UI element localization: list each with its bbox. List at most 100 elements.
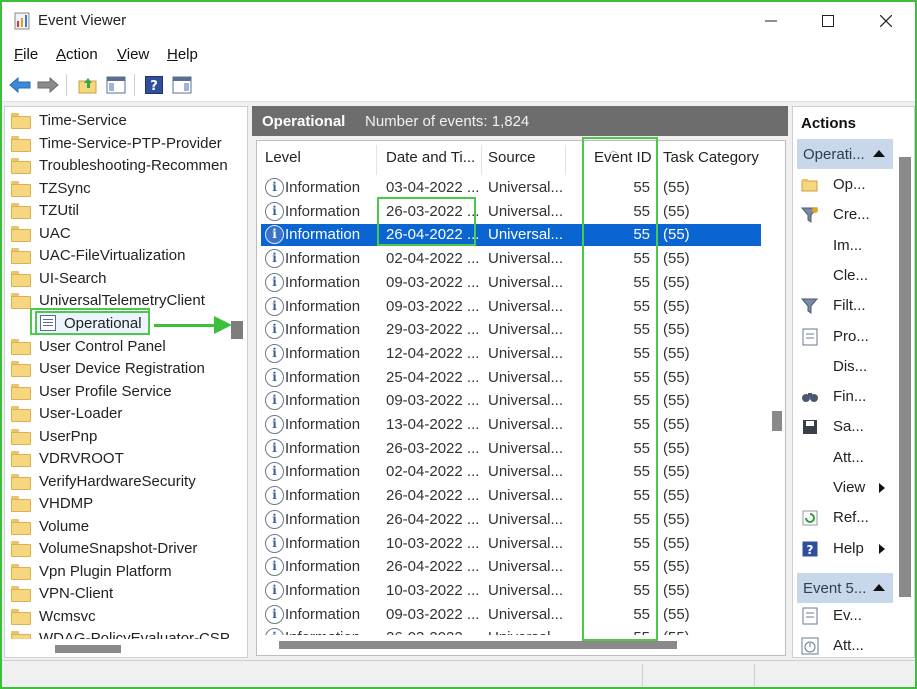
tree-item[interactable]: VDRVROOT (11, 447, 124, 469)
menu-action[interactable]: Action (56, 46, 98, 63)
table-row[interactable]: i Information 09-03-2022 ... Universal... 55… (261, 390, 761, 412)
action-item[interactable]: Att... (797, 443, 893, 473)
action-item[interactable]: Fin... (797, 382, 893, 412)
events-horizontal-scrollbar-thumb[interactable] (279, 641, 677, 649)
maximize-button[interactable] (799, 2, 857, 40)
tree-item-operational[interactable]: Operational (35, 311, 150, 335)
tree-item[interactable]: UAC-FileVirtualization (11, 244, 185, 266)
tree-item[interactable]: UAC (11, 222, 71, 244)
action-item[interactable]: Pro... (797, 322, 893, 352)
table-row[interactable]: i Information 03-04-2022 ... Universal... 55… (261, 177, 761, 199)
events-vertical-scrollbar[interactable] (769, 141, 785, 655)
cell-source: Universal... (488, 605, 564, 623)
table-row[interactable]: i Information 10-03-2022 ... Universal... 55… (261, 580, 761, 602)
tree-item[interactable]: UI-Search (11, 267, 107, 289)
tree-item[interactable]: UniversalTelemetryClient (11, 289, 205, 311)
menu-view[interactable]: View (117, 46, 149, 63)
action-item[interactable]: Dis... (797, 352, 893, 382)
tree-horizontal-scrollbar[interactable] (5, 639, 247, 657)
table-row[interactable]: i Information 13-04-2022 ... Universal... 55… (261, 414, 761, 436)
forward-button[interactable] (36, 73, 60, 97)
folder-icon (11, 609, 31, 625)
actions-section-log[interactable]: Operati... (797, 139, 893, 169)
menu-file[interactable]: File (14, 46, 38, 63)
tree-item[interactable]: Time-Service (11, 109, 127, 131)
table-row[interactable]: i Information 09-03-2022 ... Universal... 55… (261, 604, 761, 626)
tree-item[interactable]: TZSync (11, 177, 91, 199)
action-item[interactable]: ? Help (797, 534, 893, 564)
column-header-date[interactable]: Date and Ti... (386, 149, 475, 166)
help-toolbar-button[interactable]: ? (142, 73, 166, 97)
actions-vertical-scrollbar-thumb[interactable] (899, 157, 911, 597)
tree-item[interactable]: Wcmsvc (11, 605, 96, 627)
table-row[interactable]: i Information 26-04-2022 ... Universal... 55… (261, 485, 761, 507)
back-button[interactable] (8, 73, 32, 97)
table-row[interactable]: i Information 12-04-2022 ... Universal... 55… (261, 343, 761, 365)
table-row-selected[interactable]: i Information 26-04-2022 ... Universal... 55… (261, 224, 761, 247)
close-button[interactable] (857, 2, 915, 40)
tree-item[interactable]: Troubleshooting-Recommen (11, 154, 228, 176)
action-item[interactable]: Ref... (797, 503, 893, 533)
folder-icon (11, 541, 31, 557)
action-item[interactable]: Sa... (797, 412, 893, 442)
table-row[interactable]: i Information 02-04-2022 ... Universal... 55… (261, 248, 761, 270)
column-header-task-category[interactable]: Task Category (663, 149, 759, 166)
table-row[interactable]: i Information 02-04-2022 ... Universal... 55… (261, 461, 761, 483)
cell-date: 10-03-2022 ... (386, 534, 480, 552)
tree-horizontal-scrollbar-thumb[interactable] (55, 645, 121, 653)
tree-item[interactable]: Vpn Plugin Platform (11, 560, 172, 582)
table-row[interactable]: iInformation 26-03-2022 ... Universal... 55… (261, 201, 761, 223)
column-divider[interactable] (376, 145, 377, 175)
table-row[interactable]: iInformation 26-03-2022 ... Universal... 55… (261, 438, 761, 460)
table-row[interactable]: i Information 25-04-2022 ... Universal... 55… (261, 367, 761, 389)
tree-item[interactable]: User Profile Service (11, 380, 172, 402)
action-item[interactable]: Cle... (797, 261, 893, 291)
table-row[interactable]: i Information 09-03-2022 ... Universal... 55… (261, 272, 761, 294)
action-item[interactable]: Cre... (797, 200, 893, 230)
tree-item[interactable]: User Device Registration (11, 357, 205, 379)
action-item[interactable]: View (797, 473, 893, 503)
column-divider[interactable] (657, 145, 658, 175)
column-divider[interactable] (565, 145, 566, 175)
action-item[interactable]: Im... (797, 231, 893, 261)
action-item[interactable]: Op... (797, 170, 893, 200)
open-icon (801, 176, 819, 194)
column-header-source[interactable]: Source (488, 149, 536, 166)
show-hide-action-pane-button[interactable] (170, 73, 194, 97)
minimize-button[interactable] (742, 2, 800, 40)
events-horizontal-scrollbar[interactable] (257, 635, 769, 655)
action-item[interactable]: Att... (797, 631, 893, 657)
forward-icon (37, 77, 59, 93)
action-item[interactable]: Filt... (797, 291, 893, 321)
tree-item[interactable]: TZUtil (11, 199, 79, 221)
actions-section-event[interactable]: Event 5... (797, 573, 893, 603)
tree-item[interactable]: VHDMP (11, 492, 93, 514)
log-icon (40, 315, 56, 331)
tree-item[interactable]: UserPnp (11, 425, 97, 447)
folder-icon (11, 293, 31, 309)
table-row[interactable]: i Information 10-03-2022 ... Universal... 55… (261, 533, 761, 555)
tree-item[interactable]: VerifyHardwareSecurity (11, 470, 196, 492)
table-row[interactable]: i Information 09-03-2022 ... Universal... 55… (261, 296, 761, 318)
show-hide-tree-button[interactable] (104, 73, 128, 97)
action-label: Im... (833, 236, 863, 254)
table-row[interactable]: i Information 26-04-2022 ... Universal... 55… (261, 556, 761, 578)
column-header-level[interactable]: Level (265, 149, 301, 166)
events-vertical-scrollbar-thumb[interactable] (772, 411, 782, 431)
up-folder-button[interactable] (76, 73, 100, 97)
column-divider[interactable] (481, 145, 482, 175)
tree-item[interactable]: VolumeSnapshot-Driver (11, 537, 197, 559)
tree-vertical-scrollbar-thumb[interactable] (231, 321, 243, 339)
tree-item[interactable]: User Control Panel (11, 335, 166, 357)
tree-item[interactable]: Volume (11, 515, 89, 537)
cell-level: Information (285, 226, 361, 244)
table-row[interactable]: i Information 29-03-2022 ... Universal... 55… (261, 319, 761, 341)
column-header-event-id[interactable]: Event ID (594, 149, 652, 166)
cell-task-category: (55) (663, 439, 690, 457)
tree-item[interactable]: VPN-Client (11, 582, 113, 604)
table-row[interactable]: i Information 26-04-2022 ... Universal... 55… (261, 509, 761, 531)
action-item[interactable]: Ev... (797, 601, 893, 631)
tree-item[interactable]: User-Loader (11, 402, 122, 424)
menu-help[interactable]: Help (167, 46, 198, 63)
tree-item[interactable]: Time-Service-PTP-Provider (11, 132, 222, 154)
